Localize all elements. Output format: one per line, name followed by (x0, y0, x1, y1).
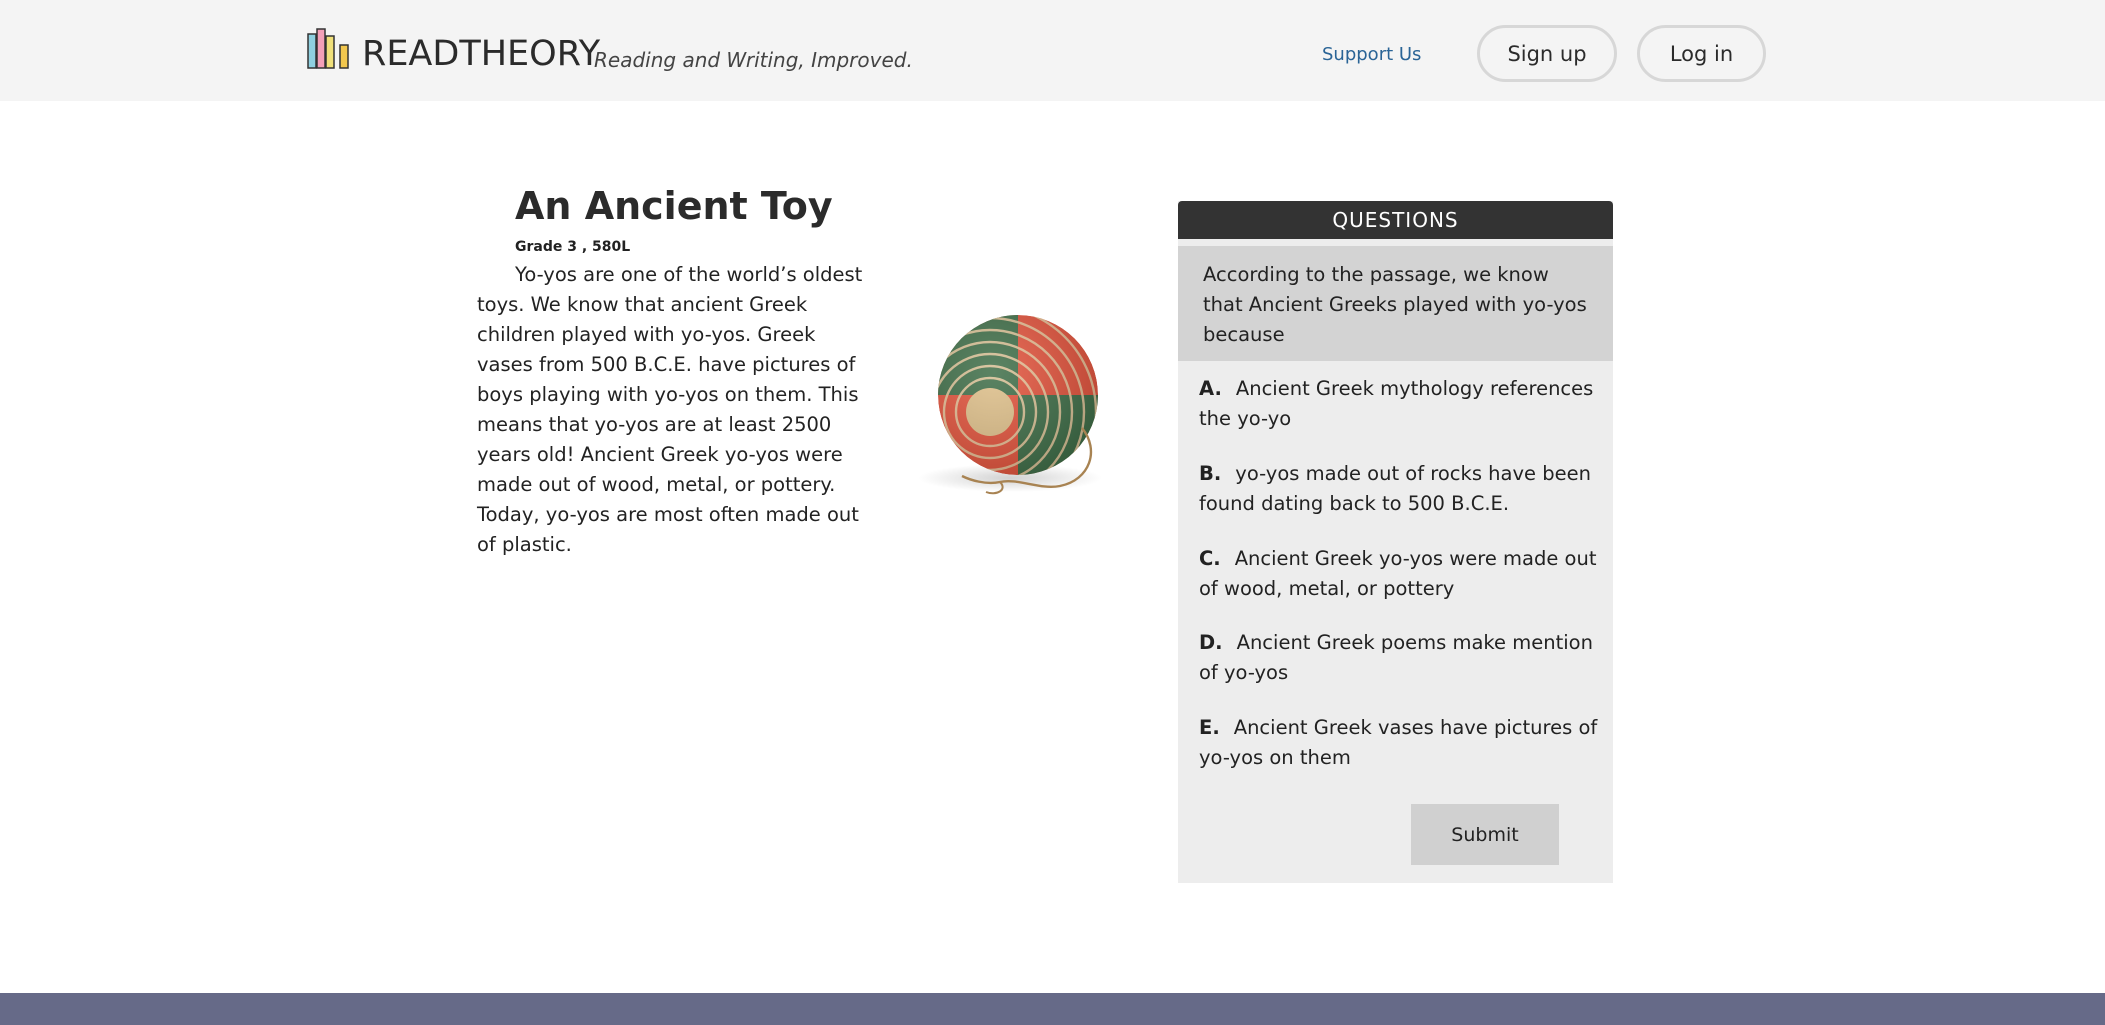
answer-option-c[interactable]: C. Ancient Greek yo-yos were made out of … (1199, 544, 1599, 604)
books-logo-icon (307, 28, 349, 69)
answer-option-d[interactable]: D. Ancient Greek poems make mention of yo… (1199, 628, 1599, 688)
support-us-link[interactable]: Support Us (1322, 44, 1421, 65)
tagline: Reading and Writing, Improved. (594, 48, 913, 72)
option-letter: B. (1199, 462, 1222, 485)
answer-option-a[interactable]: A. Ancient Greek mythology references the… (1199, 374, 1599, 434)
submit-button[interactable]: Submit (1411, 804, 1559, 865)
option-text: Ancient Greek mythology references the y… (1199, 377, 1594, 430)
option-text: Ancient Greek poems make mention of yo-y… (1199, 631, 1593, 684)
option-letter: A. (1199, 377, 1222, 400)
brand-name[interactable]: READTHEORY (362, 34, 600, 74)
question-prompt: According to the passage, we know that A… (1178, 246, 1613, 361)
option-text: Ancient Greek vases have pictures of yo-… (1199, 716, 1598, 769)
passage-title: An Ancient Toy (515, 184, 833, 228)
questions-header: QUESTIONS (1178, 201, 1613, 239)
yoyo-image (918, 315, 1102, 495)
logo-link[interactable] (307, 27, 350, 69)
questions-panel: QUESTIONS According to the passage, we k… (1178, 201, 1613, 883)
option-text: yo-yos made out of rocks have been found… (1199, 462, 1591, 515)
log-in-button[interactable]: Log in (1637, 25, 1766, 82)
passage-grade: Grade 3 , 580L (515, 239, 631, 255)
option-letter: E. (1199, 716, 1220, 739)
option-letter: D. (1199, 631, 1223, 654)
option-text: Ancient Greek yo-yos were made out of wo… (1199, 547, 1597, 600)
passage-body: Yo-yos are one of the world’s oldest toy… (477, 263, 863, 556)
footer-bar (0, 993, 2105, 1025)
answer-option-e[interactable]: E. Ancient Greek vases have pictures of y… (1199, 713, 1599, 773)
sign-up-button[interactable]: Sign up (1477, 25, 1617, 82)
option-letter: C. (1199, 547, 1221, 570)
answer-option-b[interactable]: B. yo-yos made out of rocks have been fou… (1199, 459, 1599, 519)
site-header: READTHEORY Reading and Writing, Improved… (0, 0, 2105, 101)
